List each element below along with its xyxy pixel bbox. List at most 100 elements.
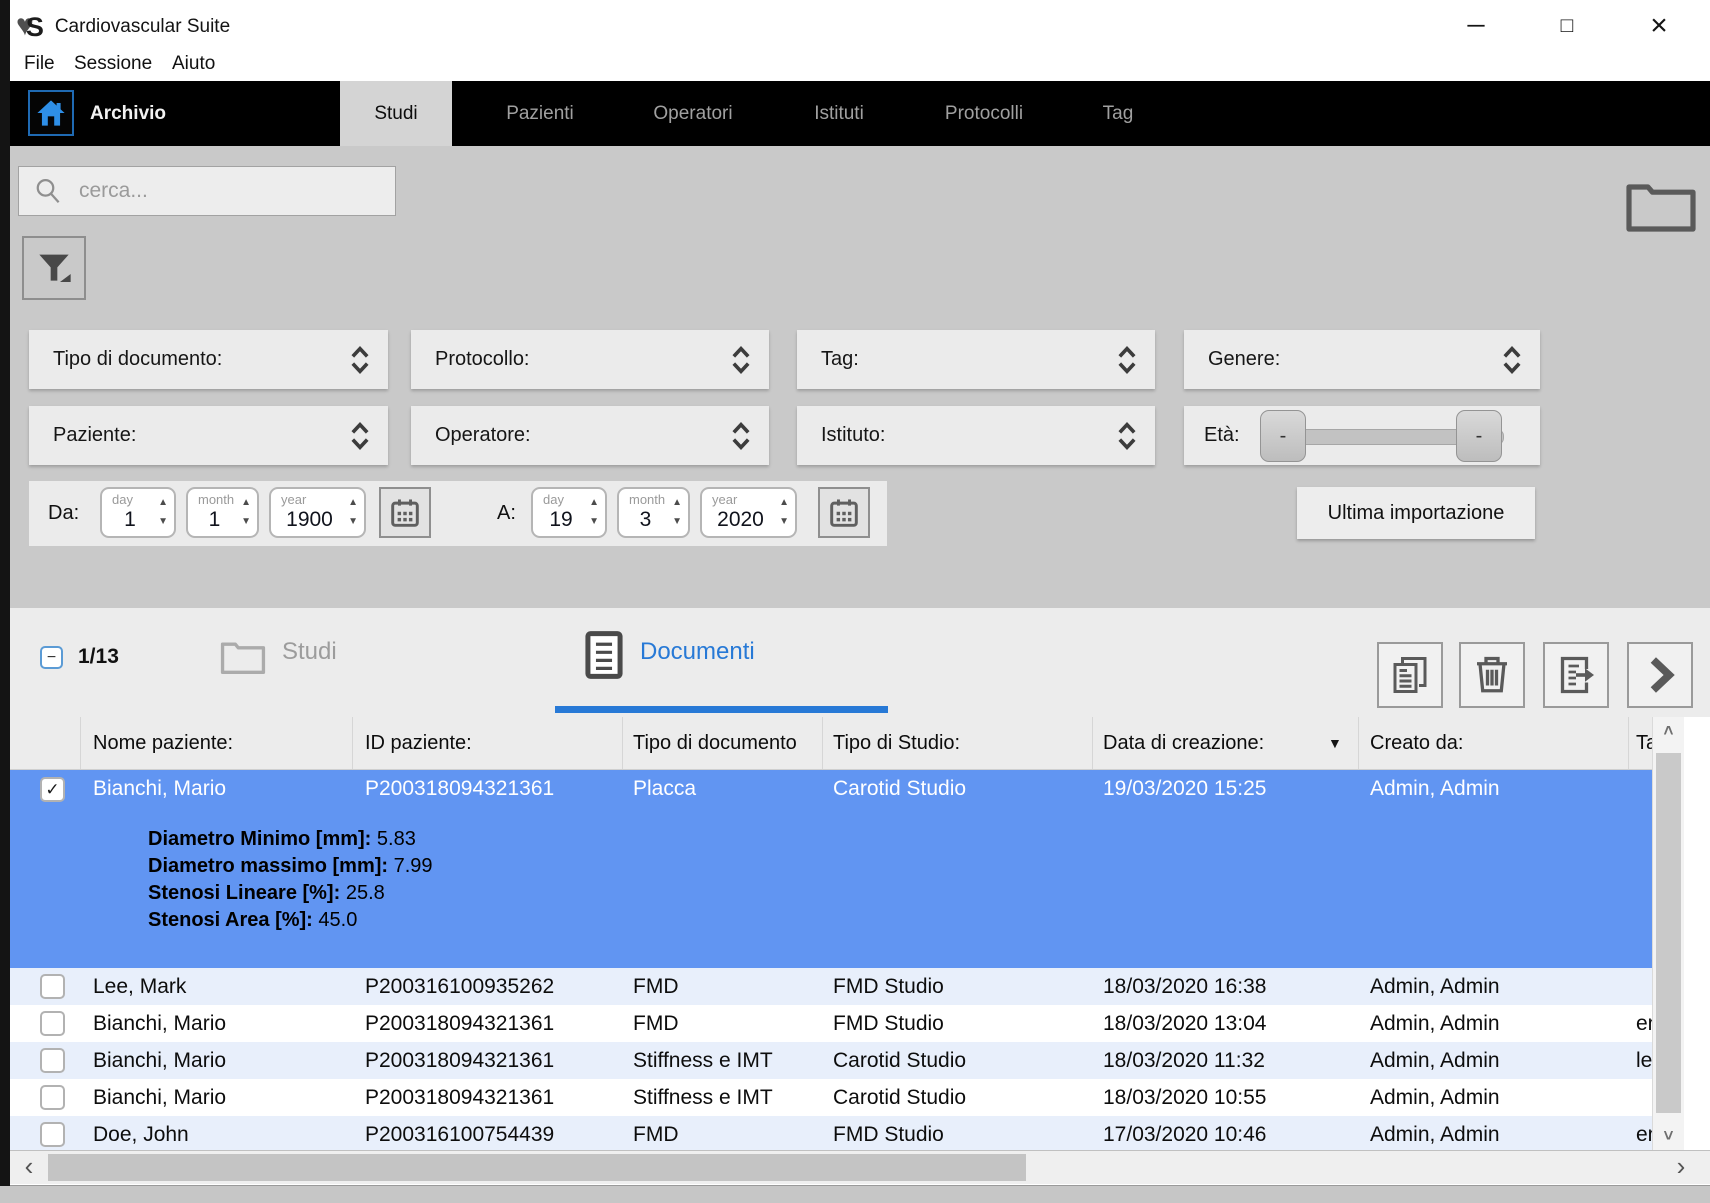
row-checkbox[interactable] [40, 974, 65, 999]
spin-up-icon[interactable]: ▲ [779, 498, 789, 508]
dropdown-tipo-documento[interactable]: Tipo di documento: [29, 330, 388, 389]
spin-down-icon[interactable]: ▼ [158, 517, 168, 527]
cell-nome: Lee, Mark [93, 968, 186, 1005]
column-header-creato-da[interactable]: Creato da: [1370, 717, 1463, 770]
cell-tipo-studio: Carotid Studio [833, 770, 966, 807]
dropdown-genere[interactable]: Genere: [1184, 330, 1540, 389]
last-import-button[interactable]: Ultima importazione [1297, 487, 1535, 539]
spin-up-icon[interactable]: ▲ [348, 498, 358, 508]
dropdown-protocollo[interactable]: Protocollo: [411, 330, 769, 389]
row-checkbox[interactable] [40, 1122, 65, 1147]
row-checkbox[interactable] [40, 1011, 65, 1036]
results-tab-studi[interactable]: Studi [220, 630, 420, 686]
column-header-id[interactable]: ID paziente: [365, 717, 472, 770]
search-input[interactable] [77, 178, 395, 204]
menu-aiuto[interactable]: Aiuto [172, 53, 215, 75]
vertical-scrollbar[interactable]: ˄ ˅ [1652, 717, 1684, 1150]
scroll-up-icon[interactable]: ˄ [1653, 721, 1684, 741]
scroll-down-icon[interactable]: ˅ [1653, 1126, 1684, 1146]
active-tab-indicator [555, 706, 888, 713]
menu-sessione[interactable]: Sessione [74, 53, 152, 75]
spin-up-icon[interactable]: ▲ [241, 498, 251, 508]
copy-document-button[interactable] [1377, 642, 1443, 708]
column-header-tipo-studio[interactable]: Tipo di Studio: [833, 717, 960, 770]
spin-down-icon[interactable]: ▼ [672, 517, 682, 527]
horizontal-scrollbar[interactable]: ‹ › [10, 1150, 1710, 1184]
row-checkbox[interactable] [40, 1085, 65, 1110]
vertical-scrollbar-thumb[interactable] [1656, 753, 1681, 1113]
spinner-value: 1 [102, 508, 158, 532]
dropdown-label: Tipo di documento: [53, 348, 348, 371]
table-row[interactable]: Lee, Mark P200316100935262 FMD FMD Studi… [10, 968, 1652, 1005]
tab-studi[interactable]: Studi [340, 81, 452, 146]
delete-button[interactable] [1459, 642, 1525, 708]
row-checkbox[interactable] [40, 1048, 65, 1073]
column-header-tipo-documento[interactable]: Tipo di documento [633, 717, 797, 770]
table-row[interactable]: Doe, John P200316100754439 FMD FMD Studi… [10, 1116, 1652, 1150]
table-row-selected[interactable]: ✓ Bianchi, Mario P200318094321361 Placca… [10, 770, 1652, 968]
export-icon [1555, 654, 1597, 696]
date-from-calendar-button[interactable] [379, 487, 431, 538]
scroll-right-icon[interactable]: › [1664, 1151, 1698, 1184]
spin-down-icon[interactable]: ▼ [779, 517, 789, 527]
column-divider [822, 717, 823, 770]
cell-tipo-studio: FMD Studio [833, 1005, 944, 1042]
spin-down-icon[interactable]: ▼ [348, 517, 358, 527]
cell-nome: Bianchi, Mario [93, 1079, 226, 1116]
cell-creato-da: Admin, Admin [1370, 1079, 1500, 1116]
column-header-tag[interactable]: Tag [1636, 717, 1652, 770]
sort-desc-icon[interactable]: ▼ [1328, 717, 1342, 770]
spin-down-icon[interactable]: ▼ [241, 517, 251, 527]
dropdown-paziente[interactable]: Paziente: [29, 406, 388, 465]
date-from-day-spinner[interactable]: day 1 ▲ ▼ [100, 487, 176, 538]
tab-istituti[interactable]: Istituti [780, 81, 898, 146]
menu-file[interactable]: File [24, 53, 55, 75]
date-to-month-spinner[interactable]: month 3 ▲ ▼ [617, 487, 690, 538]
spin-down-icon[interactable]: ▼ [589, 517, 599, 527]
maximize-button[interactable]: □ [1546, 8, 1588, 44]
age-slider-handle-min[interactable]: - [1260, 410, 1306, 462]
dropdown-label: Protocollo: [435, 348, 729, 371]
date-to-calendar-button[interactable] [818, 487, 870, 538]
tab-pazienti[interactable]: Pazienti [470, 81, 610, 146]
spin-up-icon[interactable]: ▲ [158, 498, 168, 508]
date-from-year-spinner[interactable]: year 1900 ▲ ▼ [269, 487, 366, 538]
collapse-toggle[interactable]: − [40, 646, 63, 669]
cell-tag: end [1636, 1005, 1652, 1042]
spin-up-icon[interactable]: ▲ [672, 498, 682, 508]
table-row[interactable]: Bianchi, Mario P200318094321361 Stiffnes… [10, 1079, 1652, 1116]
date-to-year-spinner[interactable]: year 2020 ▲ ▼ [700, 487, 797, 538]
date-range-filter: Da: day 1 ▲ ▼ month 1 ▲ ▼ year 1900 ▲ ▼ [29, 481, 887, 546]
column-header-nome[interactable]: Nome paziente: [93, 717, 233, 770]
results-tab-documenti[interactable]: Documenti [584, 626, 824, 686]
chevron-right-icon [1640, 655, 1680, 695]
column-header-data-creazione[interactable]: Data di creazione: [1103, 717, 1264, 770]
tab-operatori[interactable]: Operatori [618, 81, 768, 146]
spin-up-icon[interactable]: ▲ [589, 498, 599, 508]
tab-protocolli[interactable]: Protocolli [908, 81, 1060, 146]
date-to-day-spinner[interactable]: day 19 ▲ ▼ [531, 487, 607, 538]
horizontal-scrollbar-thumb[interactable] [48, 1154, 1026, 1181]
table-row[interactable]: Bianchi, Mario P200318094321361 FMD FMD … [10, 1005, 1652, 1042]
tab-tag[interactable]: Tag [1072, 81, 1164, 146]
minimize-button[interactable]: ─ [1455, 8, 1497, 44]
table-row[interactable]: Bianchi, Mario P200318094321361 Stiffnes… [10, 1042, 1652, 1079]
open-folder-button[interactable] [1620, 176, 1702, 238]
filter-toggle-button[interactable] [22, 236, 86, 300]
next-page-button[interactable] [1627, 642, 1693, 708]
date-from-month-spinner[interactable]: month 1 ▲ ▼ [186, 487, 259, 538]
export-button[interactable] [1543, 642, 1609, 708]
row-checkbox-checked[interactable]: ✓ [40, 777, 65, 802]
dropdown-operatore[interactable]: Operatore: [411, 406, 769, 465]
home-button[interactable] [28, 90, 74, 136]
dropdown-istituto[interactable]: Istituto: [797, 406, 1155, 465]
dropdown-tag[interactable]: Tag: [797, 330, 1155, 389]
cell-nome: Bianchi, Mario [93, 770, 226, 807]
row-main-line: ✓ Bianchi, Mario P200318094321361 Placca… [10, 770, 1652, 807]
measurement-line: Diametro massimo [mm]: 7.99 [148, 853, 1652, 880]
trash-icon [1471, 654, 1513, 696]
cell-id: P200316100754439 [365, 1116, 554, 1150]
scroll-left-icon[interactable]: ‹ [12, 1151, 46, 1184]
age-slider-handle-max[interactable]: - [1456, 410, 1502, 462]
close-button[interactable]: × [1638, 8, 1680, 44]
